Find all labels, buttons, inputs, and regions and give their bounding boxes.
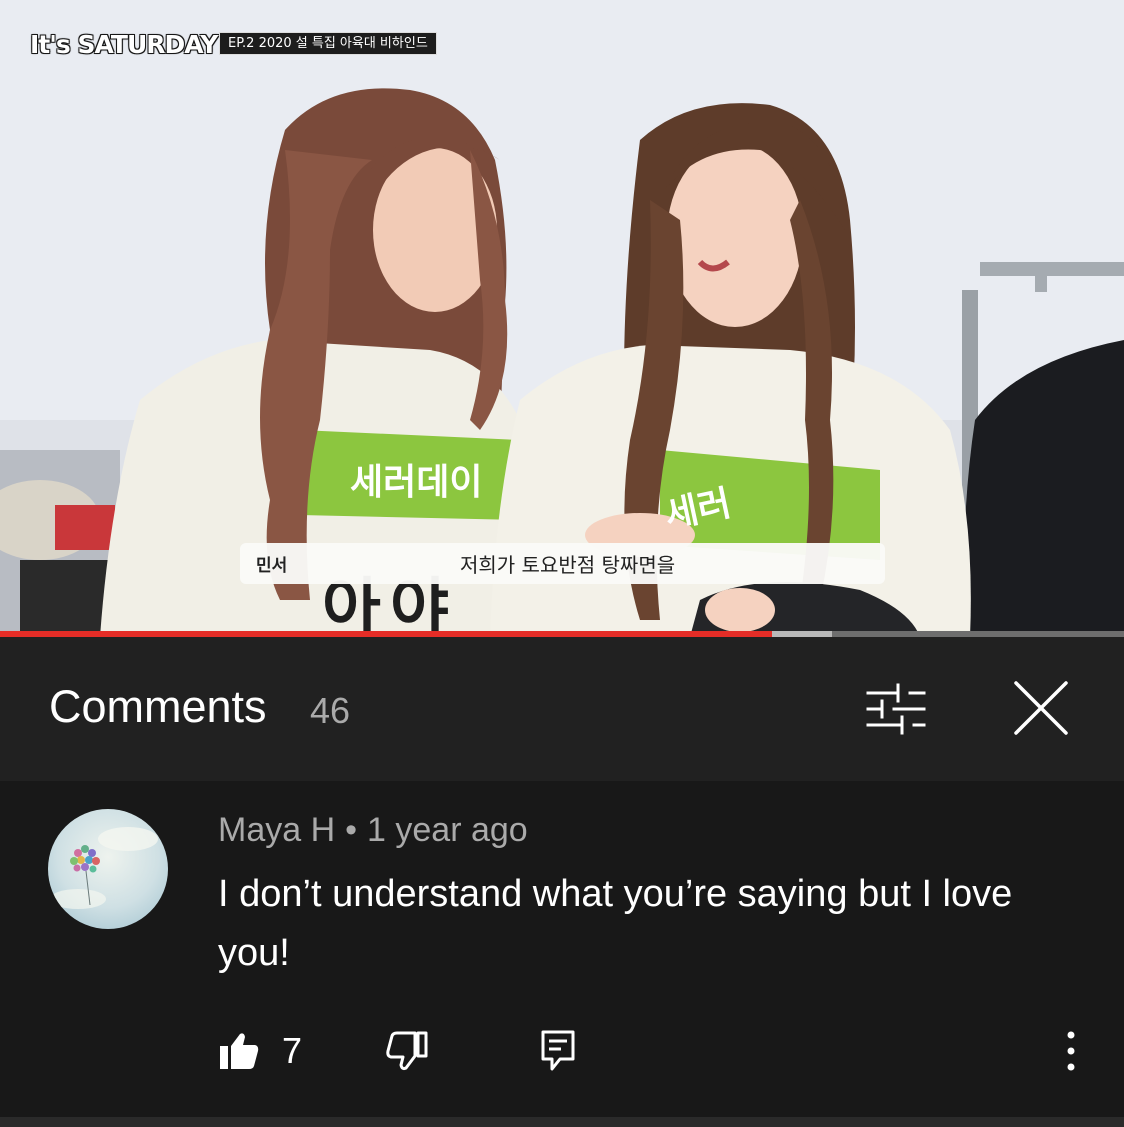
comment-author[interactable]: Maya H [218,811,335,849]
like-button[interactable]: 7 [218,1023,302,1079]
close-comments-button[interactable] [1000,673,1082,745]
meta-separator: • [345,811,358,849]
bottom-divider [0,1117,1124,1127]
more-options-button[interactable] [1058,1023,1084,1079]
thumb-down-icon [386,1031,428,1071]
comments-title: Comments [49,681,267,732]
subtitle-caption: 민서 저희가 토요반점 탕짜면을 [240,543,885,584]
comment-meta: Maya H • 1 year ago [218,811,528,850]
close-icon [1014,681,1068,735]
video-frame: 아 야 세러데이 세러 [0,0,1124,637]
dislike-button[interactable] [386,1023,428,1079]
more-vert-icon [1067,1031,1075,1071]
thumb-up-icon [220,1033,259,1069]
sliders-icon [866,683,926,735]
video-player[interactable]: 아 야 세러데이 세러 It's SATURDAY EP.2 2020 설 특집… [0,0,1124,637]
episode-badge: EP.2 2020 설 특집 아육대 비하인드 [219,32,437,55]
shirt-text-left: 세러데이 [350,462,482,503]
balloons-avatar-image [48,809,168,929]
reply-icon [541,1030,575,1071]
comment-timestamp: 1 year ago [367,811,528,849]
comment-item: Maya H • 1 year ago I don’t understand wha… [0,781,1124,1127]
subtitle-speaker: 민서 [256,556,288,576]
sort-comments-button[interactable] [858,677,934,741]
comment-text: I don’t understand what you’re saying bu… [218,873,1013,974]
channel-logo: It's SATURDAY [30,30,218,59]
comments-count: 46 [310,690,351,731]
comments-header: Comments 46 [0,637,1124,781]
like-count: 7 [282,1030,303,1071]
avatar[interactable] [48,809,168,929]
reply-button[interactable] [540,1023,576,1079]
subtitle-text: 저희가 토요반점 탕짜면을 [460,553,676,577]
